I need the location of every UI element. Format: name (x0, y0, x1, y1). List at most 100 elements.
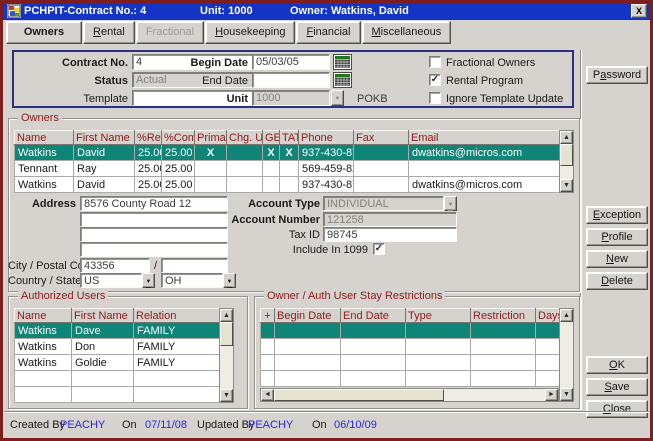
table-row[interactable] (15, 371, 220, 387)
table-row[interactable] (15, 387, 220, 403)
scroll-down-icon[interactable]: ▼ (560, 388, 573, 401)
cell: 25.00 (135, 177, 162, 193)
table-row[interactable]: Watkins David 25.00 25.00 937-430-8741 d… (15, 177, 560, 193)
cell (275, 355, 341, 371)
column-header: First Name (72, 309, 134, 323)
country-state-label: Country / State (8, 275, 76, 287)
owners-group-label: Owners (18, 112, 62, 124)
country-field[interactable]: US (80, 273, 142, 288)
scrollbar-thumb[interactable] (560, 144, 573, 166)
tab-rental-label: ental (101, 26, 125, 38)
authorized-users-group-label: Authorized Users (18, 290, 108, 302)
cell: Watkins (15, 339, 72, 355)
ignore-template-update-checkbox[interactable] (429, 92, 441, 104)
cell (341, 339, 406, 355)
state-list-button[interactable]: ▼ (223, 273, 236, 288)
table-row[interactable] (261, 355, 560, 371)
tab-housekeeping-label: H (215, 26, 223, 38)
cell: 25.00 (135, 161, 162, 177)
tab-financial[interactable]: Financial (296, 21, 360, 44)
column-header: Restriction (471, 309, 536, 323)
table-row[interactable]: Watkins Dave FAMILY (15, 323, 220, 339)
cell (471, 323, 536, 339)
end-date-field[interactable] (252, 72, 330, 88)
scroll-down-icon[interactable]: ▼ (560, 179, 573, 192)
cell (536, 371, 560, 387)
scrollbar-thumb[interactable] (220, 322, 233, 346)
tab-owners[interactable]: Owners (6, 21, 82, 44)
restrictions-hscrollbar[interactable]: ◄ ► (260, 388, 559, 402)
template-label: Template (20, 93, 128, 105)
begin-date-field[interactable]: 05/03/05 (252, 54, 330, 70)
table-row[interactable] (261, 323, 560, 339)
save-button[interactable]: Save (586, 378, 648, 396)
close-icon[interactable]: X (631, 4, 647, 18)
exception-button[interactable]: Exception (586, 206, 648, 224)
table-row[interactable]: Tennant Ray 25.00 25.00 569-459-8213 (15, 161, 560, 177)
cell (536, 339, 560, 355)
restrictions-vscrollbar[interactable]: ▲ ▼ (559, 308, 574, 402)
scroll-up-icon[interactable]: ▲ (560, 131, 573, 144)
delete-button[interactable]: Delete (586, 272, 648, 290)
cell: FAMILY (134, 323, 220, 339)
cell (536, 355, 560, 371)
cell: Dave (72, 323, 134, 339)
tab-housekeeping[interactable]: Housekeeping (205, 21, 295, 44)
owners-table: Name First Name %Rev. %Comm Primary Chg.… (14, 130, 560, 193)
list-of-values-icon: ▼ (335, 95, 341, 105)
table-row[interactable]: Watkins David 25.00 25.00 X X X 937-430-… (15, 145, 560, 161)
table-row[interactable] (261, 371, 560, 387)
address-label: Address (8, 198, 76, 210)
scrollbar-thumb[interactable] (274, 389, 444, 401)
created-on-value: 07/11/08 (145, 419, 187, 431)
cell: David (74, 145, 135, 161)
password-button[interactable]: Password (586, 66, 648, 84)
cell (261, 355, 275, 371)
country-list-button[interactable]: ▼ (142, 273, 155, 288)
tab-rental[interactable]: Rental (83, 21, 135, 44)
tab-miscellaneous[interactable]: Miscellaneous (362, 21, 452, 44)
city-field[interactable]: 43356 (80, 258, 150, 273)
scroll-down-icon[interactable]: ▼ (220, 389, 233, 402)
profile-button[interactable]: Profile (586, 228, 648, 246)
account-number-field: 121258 (323, 212, 457, 227)
cell: X (263, 145, 280, 161)
unit-field: 1000 (252, 90, 330, 106)
calendar-icon[interactable] (333, 54, 352, 70)
status-label: Status (20, 75, 128, 87)
table-row[interactable] (261, 339, 560, 355)
close-button-label: C (603, 403, 611, 415)
cell (354, 177, 409, 193)
rental-program-checkbox[interactable]: ✓ (429, 74, 441, 86)
new-button[interactable]: New (586, 250, 648, 268)
ok-button[interactable]: OK (586, 356, 648, 374)
authorized-users-scrollbar[interactable]: ▲ ▼ (219, 308, 234, 403)
calendar-icon[interactable] (333, 72, 352, 88)
cell (275, 323, 341, 339)
close-button[interactable]: Close (586, 400, 648, 418)
scroll-up-icon[interactable]: ▲ (560, 309, 573, 322)
fractional-owners-checkbox[interactable] (429, 56, 441, 68)
tax-id-label: Tax ID (205, 229, 320, 241)
address-line4-field[interactable] (80, 242, 228, 257)
cell: David (74, 177, 135, 193)
profile-button-label: rofile (609, 231, 633, 243)
scroll-left-icon[interactable]: ◄ (261, 389, 274, 401)
title-bar: PCHPIT-Contract No.: 4 Unit: 1000 Owner:… (3, 3, 650, 20)
cell (134, 371, 220, 387)
new-button-label: N (606, 253, 614, 265)
postal-field[interactable] (161, 258, 228, 273)
tax-id-field[interactable]: 98745 (323, 227, 457, 242)
scroll-right-icon[interactable]: ► (545, 389, 558, 401)
cell: 937-430-8741 (299, 177, 354, 193)
list-of-values-icon: ▼ (448, 201, 454, 211)
table-row[interactable]: Watkins Goldie FAMILY (15, 355, 220, 371)
scroll-up-icon[interactable]: ▲ (220, 309, 233, 322)
window-title: PCHPIT-Contract No.: 4 (24, 5, 146, 17)
owners-scrollbar[interactable]: ▲ ▼ (559, 130, 574, 193)
tab-financial-label: inancial (313, 26, 350, 38)
table-row[interactable]: Watkins Don FAMILY (15, 339, 220, 355)
include-1099-checkbox[interactable]: ✓ (373, 243, 385, 255)
state-field[interactable]: OH (161, 273, 223, 288)
ignore-template-update-label: Ignore Template Update (446, 93, 563, 105)
